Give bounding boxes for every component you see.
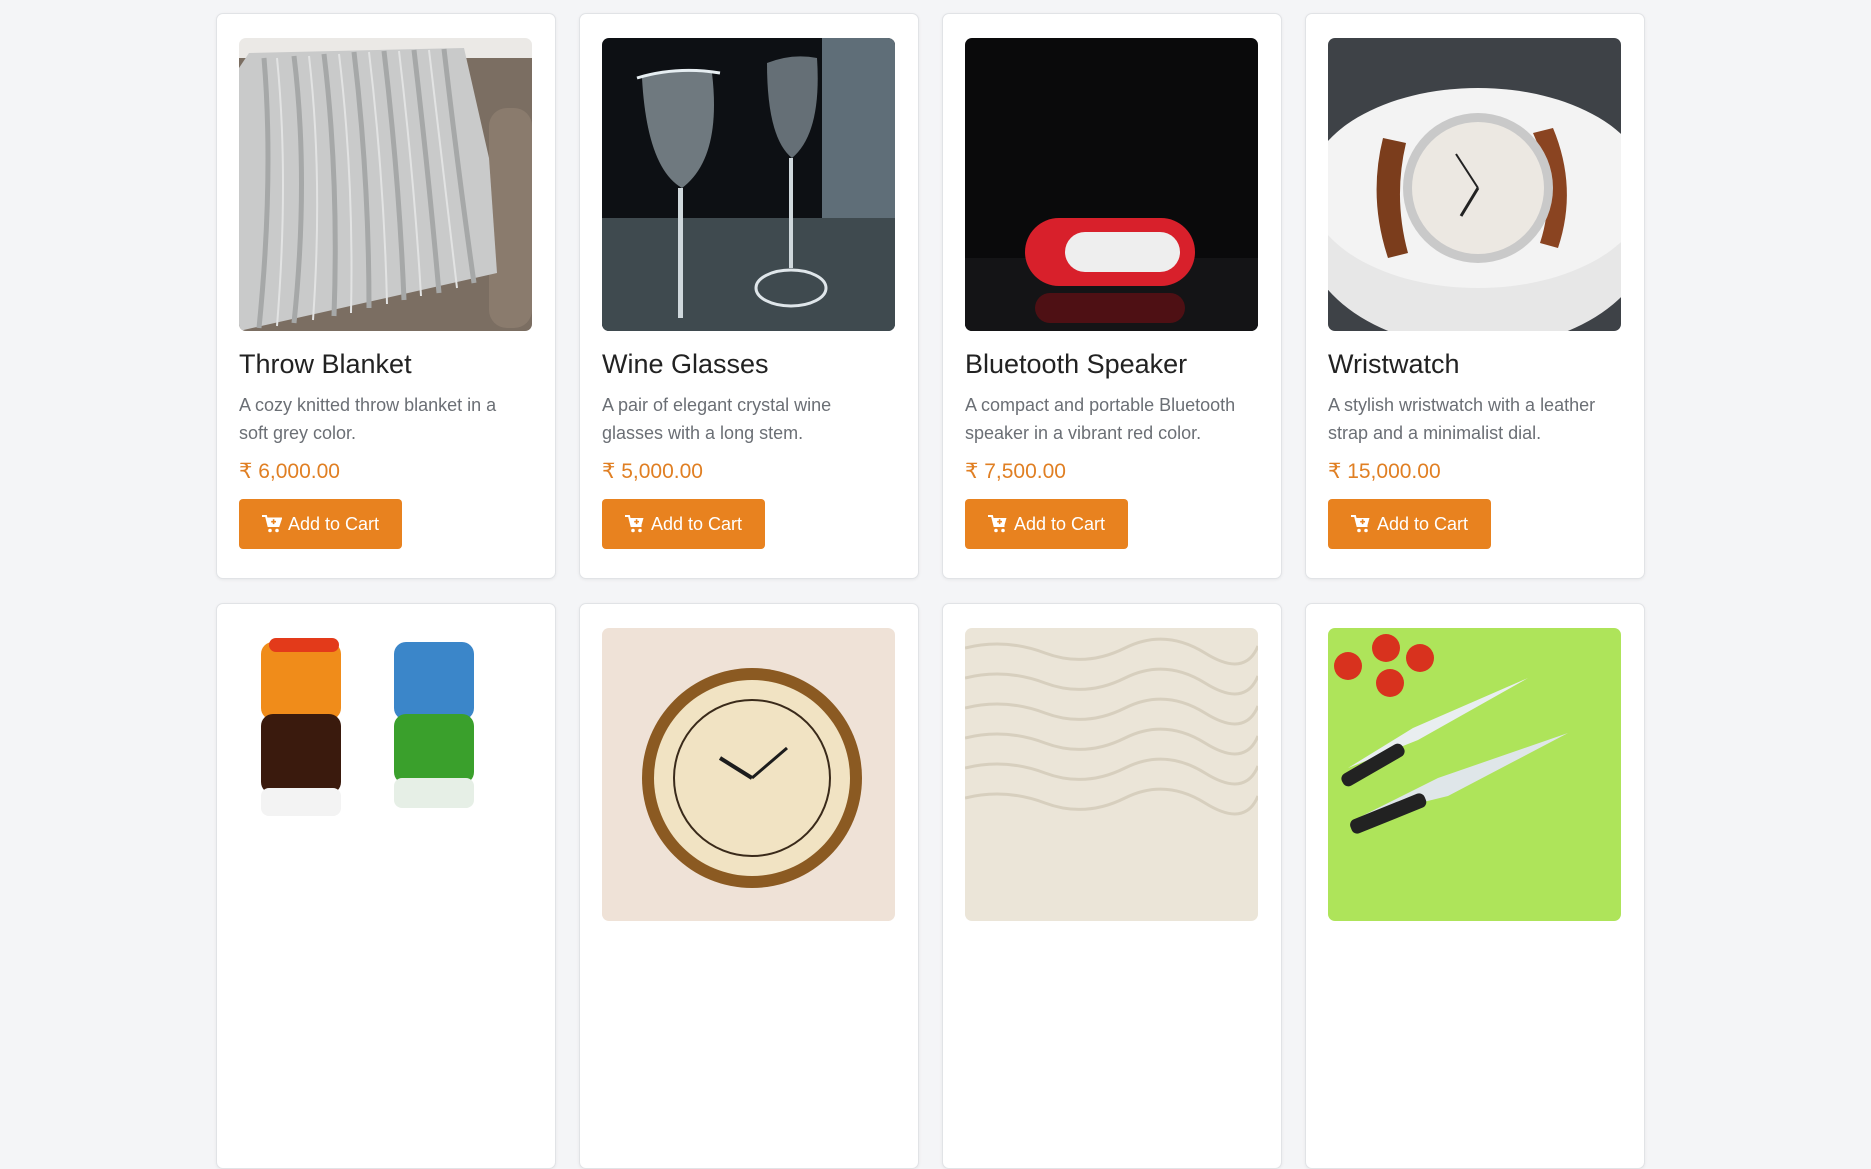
product-title: Throw Blanket [239, 349, 412, 379]
product-grid: Throw Blanket A cozy knitted throw blank… [216, 13, 1645, 1169]
product-card [942, 603, 1282, 1169]
product-card [1305, 603, 1645, 1169]
add-to-cart-button[interactable]: Add to Cart [602, 499, 766, 549]
product-description: A compact and portable Bluetooth speaker… [965, 395, 1236, 443]
product-price: ₹ 5,000.00 [602, 460, 703, 483]
add-to-cart-button[interactable]: Add to Cart [965, 499, 1129, 549]
button-label: Add to Cart [288, 513, 380, 534]
product-description: A stylish wristwatch with a leather stra… [1328, 395, 1596, 443]
product-image-wall-clock[interactable] [602, 628, 895, 921]
product-card: Wristwatch A stylish wristwatch with a l… [1305, 13, 1645, 579]
product-card: Throw Blanket A cozy knitted throw blank… [216, 13, 556, 579]
product-image-kitchen-knives[interactable] [1328, 628, 1621, 921]
cart-plus-icon [1351, 515, 1371, 533]
product-card [216, 603, 556, 1169]
product-description: A cozy knitted throw blanket in a soft g… [239, 395, 497, 443]
product-card: Wine Glasses A pair of elegant crystal w… [579, 13, 919, 579]
cart-plus-icon [262, 515, 282, 533]
add-to-cart-button[interactable]: Add to Cart [239, 499, 403, 549]
button-label: Add to Cart [651, 513, 743, 534]
product-price: ₹ 6,000.00 [239, 460, 340, 483]
button-label: Add to Cart [1014, 513, 1106, 534]
product-card: Bluetooth Speaker A compact and portable… [942, 13, 1282, 579]
cart-plus-icon [625, 515, 645, 533]
product-image-throw-blanket[interactable] [239, 38, 532, 331]
product-card [579, 603, 919, 1169]
product-title: Wine Glasses [602, 349, 769, 379]
product-image-wine-glasses[interactable] [602, 38, 895, 331]
product-image-wristwatch[interactable] [1328, 38, 1621, 331]
product-title: Wristwatch [1328, 349, 1460, 379]
cart-plus-icon [988, 515, 1008, 533]
add-to-cart-button[interactable]: Add to Cart [1328, 499, 1492, 549]
product-price: ₹ 7,500.00 [965, 460, 1066, 483]
product-image-bluetooth-speaker[interactable] [965, 38, 1258, 331]
product-description: A pair of elegant crystal wine glasses w… [602, 395, 832, 443]
product-price: ₹ 15,000.00 [1328, 460, 1441, 483]
product-image-shag-rug[interactable] [965, 628, 1258, 921]
product-title: Bluetooth Speaker [965, 349, 1188, 379]
product-image-mugs[interactable] [239, 628, 532, 921]
button-label: Add to Cart [1377, 513, 1469, 534]
